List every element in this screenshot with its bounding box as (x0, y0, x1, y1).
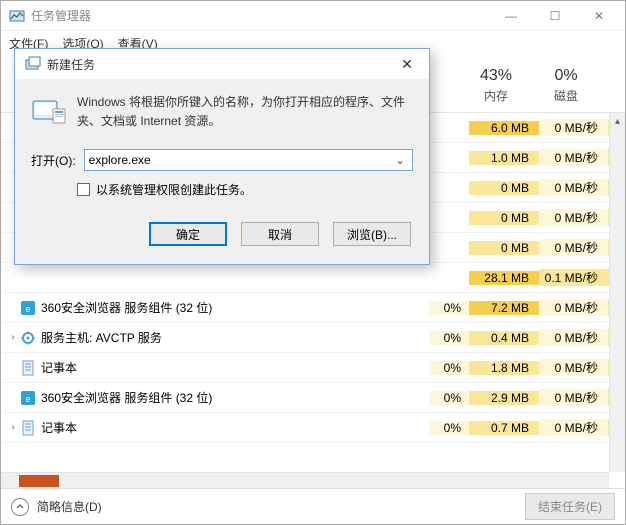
disk-cell: 0 MB/秒 (539, 179, 609, 196)
svg-text:e: e (25, 394, 30, 404)
fewer-details-label[interactable]: 简略信息(D) (37, 498, 525, 515)
process-name: 记事本 (41, 359, 429, 376)
process-icon (19, 420, 37, 436)
process-icon (19, 330, 37, 346)
dialog-titlebar: 新建任务 ✕ (15, 49, 429, 79)
disk-label: 磁盘 (531, 87, 601, 104)
dialog-close-button[interactable]: ✕ (391, 52, 423, 76)
disk-cell: 0 MB/秒 (539, 359, 609, 376)
dialog-description: Windows 将根据你所键入的名称，为你打开相应的程序、文件夹、文档或 Int… (77, 93, 413, 131)
column-header-disk[interactable]: 0% 磁盘 (531, 55, 601, 112)
process-icon (19, 270, 37, 286)
memory-cell: 0 MB (469, 241, 539, 255)
vertical-scrollbar[interactable]: ▴ (609, 113, 625, 472)
memory-cell: 0.7 MB (469, 421, 539, 435)
memory-cell: 1.8 MB (469, 361, 539, 375)
table-row[interactable]: › 记事本0%0.7 MB0 MB/秒 (1, 413, 625, 443)
scroll-thumb[interactable] (19, 475, 59, 487)
disk-cell: 0 MB/秒 (539, 299, 609, 316)
browse-button[interactable]: 浏览(B)... (333, 222, 411, 246)
process-name: 记事本 (41, 419, 429, 436)
close-button[interactable]: ✕ (577, 2, 621, 30)
window-controls: — ☐ ✕ (489, 2, 621, 30)
disk-cell: 0 MB/秒 (539, 149, 609, 166)
horizontal-scrollbar[interactable] (1, 472, 609, 488)
cpu-cell: 0% (429, 361, 469, 375)
memory-cell: 2.9 MB (469, 391, 539, 405)
table-row[interactable]: 28.1 MB0.1 MB/秒 (1, 263, 625, 293)
process-name: 360安全浏览器 服务组件 (32 位) (41, 299, 429, 316)
disk-cell: 0 MB/秒 (539, 389, 609, 406)
maximize-button[interactable]: ☐ (533, 2, 577, 30)
process-icon: e (19, 300, 37, 316)
cpu-cell: 0% (429, 331, 469, 345)
cpu-cell: 0% (429, 421, 469, 435)
scroll-up-icon[interactable]: ▴ (610, 113, 625, 129)
disk-cell: 0 MB/秒 (539, 329, 609, 346)
expand-icon[interactable]: › (1, 422, 19, 433)
memory-percent: 43% (461, 67, 531, 85)
dialog-buttons: 确定 取消 浏览(B)... (31, 222, 413, 246)
column-header-memory[interactable]: 43% 内存 (461, 55, 531, 112)
memory-cell: 7.2 MB (469, 301, 539, 315)
disk-percent: 0% (531, 67, 601, 85)
taskmgr-icon (9, 8, 25, 24)
titlebar: 任务管理器 — ☐ ✕ (1, 1, 625, 31)
disk-cell: 0 MB/秒 (539, 209, 609, 226)
table-row[interactable]: › 服务主机: AVCTP 服务0%0.4 MB0 MB/秒 (1, 323, 625, 353)
process-name: 360安全浏览器 服务组件 (32 位) (41, 389, 429, 406)
chevron-down-icon[interactable]: ⌄ (392, 153, 408, 167)
fewer-details-icon[interactable] (11, 498, 29, 516)
run-dialog: 新建任务 ✕ Windows 将根据你所键入的名称，为你打开相应的程序、文件夹、… (14, 48, 430, 265)
cpu-cell: 0% (429, 391, 469, 405)
memory-cell: 1.0 MB (469, 151, 539, 165)
dialog-title: 新建任务 (47, 56, 391, 73)
run-icon (31, 95, 67, 127)
process-name: 服务主机: AVCTP 服务 (41, 329, 429, 346)
disk-cell: 0 MB/秒 (539, 119, 609, 136)
disk-cell: 0.1 MB/秒 (539, 269, 609, 286)
process-icon (19, 360, 37, 376)
open-label: 打开(O): (31, 152, 76, 169)
table-row[interactable]: e 360安全浏览器 服务组件 (32 位)0%2.9 MB0 MB/秒 (1, 383, 625, 413)
table-row[interactable]: 记事本0%1.8 MB0 MB/秒 (1, 353, 625, 383)
cancel-button[interactable]: 取消 (241, 222, 319, 246)
dialog-body: Windows 将根据你所键入的名称，为你打开相应的程序、文件夹、文档或 Int… (15, 79, 429, 264)
table-row[interactable]: e 360安全浏览器 服务组件 (32 位)0%7.2 MB0 MB/秒 (1, 293, 625, 323)
window-title: 任务管理器 (31, 7, 489, 24)
memory-cell: 0 MB (469, 181, 539, 195)
disk-cell: 0 MB/秒 (539, 419, 609, 436)
run-dialog-icon (25, 56, 41, 72)
expand-icon[interactable]: › (1, 332, 19, 343)
memory-cell: 0 MB (469, 211, 539, 225)
admin-label: 以系统管理权限创建此任务。 (96, 181, 252, 198)
minimize-button[interactable]: — (489, 2, 533, 30)
svg-text:e: e (25, 304, 30, 314)
memory-cell: 28.1 MB (469, 271, 539, 285)
open-input[interactable] (89, 153, 392, 167)
footer-bar: 简略信息(D) 结束任务(E) (1, 488, 625, 524)
disk-cell: 0 MB/秒 (539, 239, 609, 256)
process-icon: e (19, 390, 37, 406)
end-task-button[interactable]: 结束任务(E) (525, 493, 615, 520)
cpu-cell: 0% (429, 301, 469, 315)
open-combobox[interactable]: ⌄ (84, 149, 413, 171)
memory-cell: 6.0 MB (469, 121, 539, 135)
memory-cell: 0.4 MB (469, 331, 539, 345)
admin-checkbox[interactable] (77, 183, 90, 196)
ok-button[interactable]: 确定 (149, 222, 227, 246)
memory-label: 内存 (461, 87, 531, 104)
